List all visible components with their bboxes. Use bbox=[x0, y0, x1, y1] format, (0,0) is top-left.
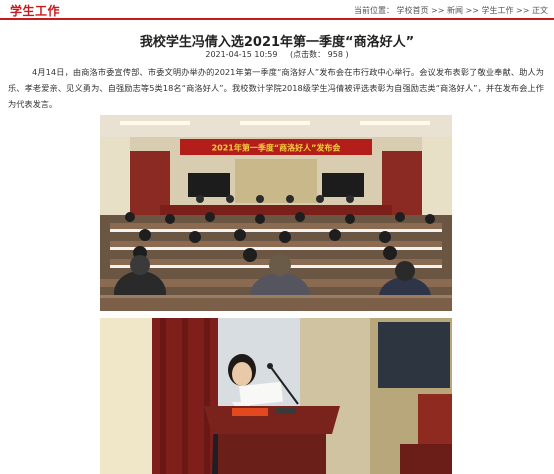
hits-suffix: ) bbox=[345, 50, 349, 59]
article-title: 我校学生冯倩入选2021年第一季度“商洛好人” bbox=[139, 35, 415, 50]
breadcrumb-separator: >> bbox=[465, 6, 479, 15]
article-paragraph: 4月14日，由商洛市委宣传部、市委文明办举办的2021年第一季度“商洛好人”发布… bbox=[8, 67, 544, 109]
breadcrumb-separator: >> bbox=[431, 6, 445, 15]
article-meta: 2021-04-15 10:59 (点击数： 958 ) bbox=[0, 49, 554, 60]
breadcrumb-link-news[interactable]: 新闻 bbox=[447, 6, 463, 15]
breadcrumb-separator: >> bbox=[516, 6, 530, 15]
top-divider bbox=[0, 18, 554, 20]
publish-date: 2021-04-15 10:59 bbox=[205, 50, 278, 59]
banner-text: 2021年第一季度“商洛好人”发布会 bbox=[212, 143, 341, 153]
breadcrumb-current: 正文 bbox=[532, 6, 548, 15]
hits-label: (点击数： bbox=[290, 50, 326, 59]
breadcrumb-link-student-work[interactable]: 学生工作 bbox=[482, 6, 514, 15]
breadcrumb-link-home[interactable]: 学校首页 bbox=[397, 6, 429, 15]
photo-speaker-podium bbox=[100, 318, 452, 474]
breadcrumb-prefix: 当前位置： bbox=[353, 6, 394, 15]
hits-count: 958 bbox=[327, 50, 343, 59]
photo-conference-hall: 2021年第一季度“商洛好人”发布会 bbox=[100, 115, 452, 311]
